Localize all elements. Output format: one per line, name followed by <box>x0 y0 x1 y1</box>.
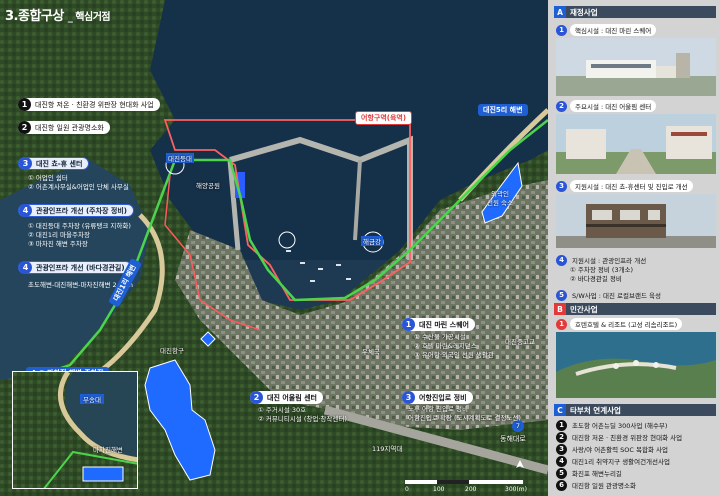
inset-map-machajin: 무송대 마차진해변 <box>12 371 138 489</box>
port-zone-pill: 어항구역(육역) <box>355 111 413 125</box>
callout-oulim-center[interactable]: 2 대진 어울림 센터 <box>250 391 323 404</box>
photo-resort <box>556 332 716 398</box>
c-item-3[interactable]: 3 사랑/야 어촌활력 SOC 복합화 사업 <box>556 443 670 455</box>
callout-1-sub-1: ① 수산물 가공시설 <box>414 333 466 341</box>
label-donghae-road: 동해대로 <box>500 435 526 443</box>
label-119-station: 119지역대 <box>372 445 403 453</box>
a-item-3[interactable]: 3 지원시설 : 대진 쵸-휴센터 및 진입로 개선 <box>556 180 693 192</box>
section-b-header: B 민간사업 <box>554 303 716 315</box>
legend-4a-sub-2: ② 대진1리 마을주차장 <box>28 231 90 239</box>
label-daejin-school: 대진중고교 <box>505 338 535 346</box>
callout-port-road[interactable]: 3 어항진입로 정비 <box>402 391 473 404</box>
label-post-office: 우체국 <box>362 348 380 356</box>
legend-3-sub-1: ① 어업인 쉼터 <box>28 174 68 182</box>
photo-chohyu-center <box>556 194 716 248</box>
callout-marine-square[interactable]: 1 대진 마린 스퀘어 <box>402 318 475 331</box>
site-map[interactable]: 3.종합구상 _ 핵심거점 1 대진항 저온 · 친환경 위판장 현대화 사업 2대… <box>0 0 548 496</box>
label-daejin-port: 대진항구 <box>160 347 184 355</box>
photo-marine-square <box>556 38 716 96</box>
b-item-1[interactable]: 1 호텐호텔 & 리조트 (고성 리솜리조트) <box>556 318 683 330</box>
legend-4a-sub-1: ① 대진등대 주차장 (유류탱크 지하화) <box>28 222 131 230</box>
section-a-header: A 재정사업 <box>554 6 716 18</box>
a-item-5[interactable]: 5 S/W사업 : 대진 로컬브랜드 육성 <box>556 289 663 301</box>
a-item-4[interactable]: 4 지원시설 : 관광인프라 개선 <box>556 254 648 266</box>
a-item-2[interactable]: 2 주요시설 : 대진 어울림 센터 <box>556 100 657 112</box>
legend-4a-sub-3: ③ 마차진 해변 주차장 <box>28 240 88 248</box>
page-title: 3.종합구상 _ 핵심거점 <box>5 9 111 24</box>
inset-label-musongdae: 무송대 <box>80 394 104 404</box>
a-item-4-sub-1: ① 주차장 정비 (3개소) <box>570 266 634 274</box>
inset-label-beach: 마차진해변 <box>93 446 123 454</box>
callout-3-sub-1: 노후 어항 진입로 정비 <box>408 405 469 413</box>
callout-3-sub-2: 어항진입로 확장 (도시계획도로 결정노선) <box>408 414 521 422</box>
callout-1-sub-3: ③ 유어항·외국인 선원 생활관 <box>414 351 494 359</box>
label-outer-zone: 외곽인 선원 숙소 <box>487 190 513 207</box>
section-c-header: C 타부처 연계사업 <box>554 404 716 416</box>
photo-oulim-center <box>556 114 716 174</box>
a-item-1[interactable]: 1 핵심시설 : 대진 마린 스퀘어 <box>556 24 657 36</box>
label-dajin5-beach: 대진5리 해변 <box>478 104 528 116</box>
callout-1-sub-2: ② 호텔 마린&레지던스 <box>414 342 477 350</box>
callout-2-sub-2: ② 커뮤니티시설 (창업·창작센터) <box>258 415 347 423</box>
scale-bar: 0 100 200 300(m) <box>405 480 531 496</box>
c-item-5[interactable]: 5 화진포 해변누리길 <box>556 467 624 479</box>
callout-2-sub-1: ① 주거시설 30호 <box>258 406 307 414</box>
label-haegeumgang: 해금강 <box>361 236 383 246</box>
legend-item-2: 2 대진항 일원 관광명소화 <box>18 121 110 134</box>
label-haeyang-park: 해양공원 <box>196 182 220 190</box>
c-item-6[interactable]: 6 대진항 일원 관광명소화 <box>556 479 638 491</box>
legend-item-1: 1 대진항 저온 · 친환경 위판장 현대화 사업 <box>18 98 160 111</box>
side-panel: A 재정사업 1 핵심시설 : 대진 마린 스퀘어 2 주요시설 : 대진 어울림 센… <box>548 0 720 496</box>
legend-item-4a: 4 관광인프라 개선 (주차장 정비) <box>18 204 134 217</box>
label-lighthouse: 대진등대 <box>166 153 194 163</box>
legend-item-4b: 4 관광인프라 개선 (바다경관길) <box>18 261 132 274</box>
c-item-1[interactable]: 1 초도항 어촌뉴딜 300사업 (해수부) <box>556 419 669 431</box>
legend-3-sub-2: ② 어촌계사무실&어업인 단체 사무실 <box>28 183 129 191</box>
a-item-4-sub-2: ② 바다경관길 정비 <box>570 275 622 283</box>
legend-item-3: 3 대진 쵸-휴 센터 <box>18 157 90 170</box>
c-item-2[interactable]: 2 대진항 저온 · 친환경 위판장 현대화 사업 <box>556 431 684 443</box>
c-item-4[interactable]: 4 대진1리 취약지구 생활여건개선사업 <box>556 455 672 467</box>
